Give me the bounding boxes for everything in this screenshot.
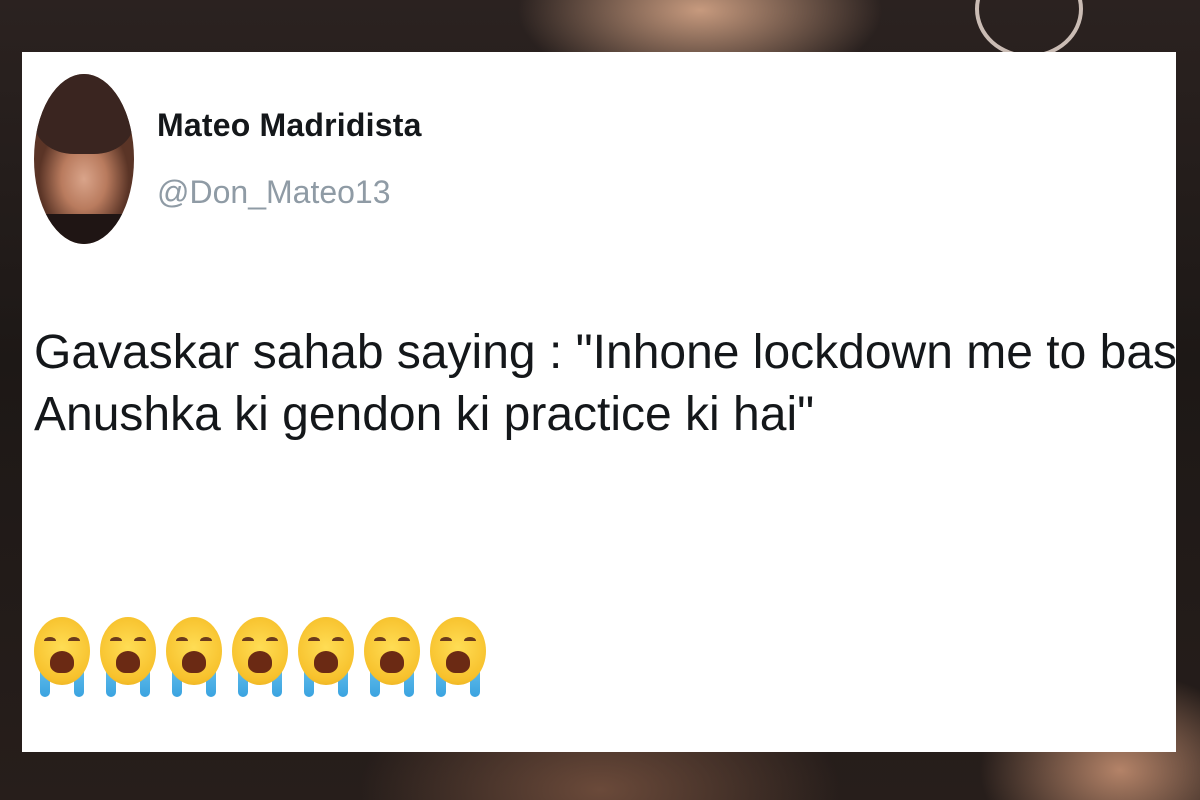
crying-face-icon (298, 617, 354, 697)
crying-face-icon (364, 617, 420, 697)
crying-face-icon (100, 617, 156, 697)
author-handle[interactable]: @Don_Mateo13 (157, 174, 391, 211)
avatar-hair (34, 74, 134, 154)
crying-face-icon (34, 617, 90, 697)
crying-face-icon (430, 617, 486, 697)
author-name[interactable]: Mateo Madridista (157, 107, 422, 144)
crying-face-icon (166, 617, 222, 697)
emoji-row (34, 617, 486, 697)
background-ring-shape (975, 0, 1083, 58)
tweet-text-line: Anushka ki gendon ki practice ki hai" (34, 388, 815, 441)
tweet-text-line: Gavaskar sahab saying : "Inhone lockdown… (34, 326, 1178, 379)
avatar[interactable] (34, 74, 134, 244)
crying-face-icon (232, 617, 288, 697)
tweet-card: Mateo Madridista @Don_Mateo13 Gavaskar s… (22, 52, 1178, 752)
avatar-shirt (34, 214, 134, 244)
tweet-text: Gavaskar sahab saying : "Inhone lockdown… (34, 322, 1178, 446)
